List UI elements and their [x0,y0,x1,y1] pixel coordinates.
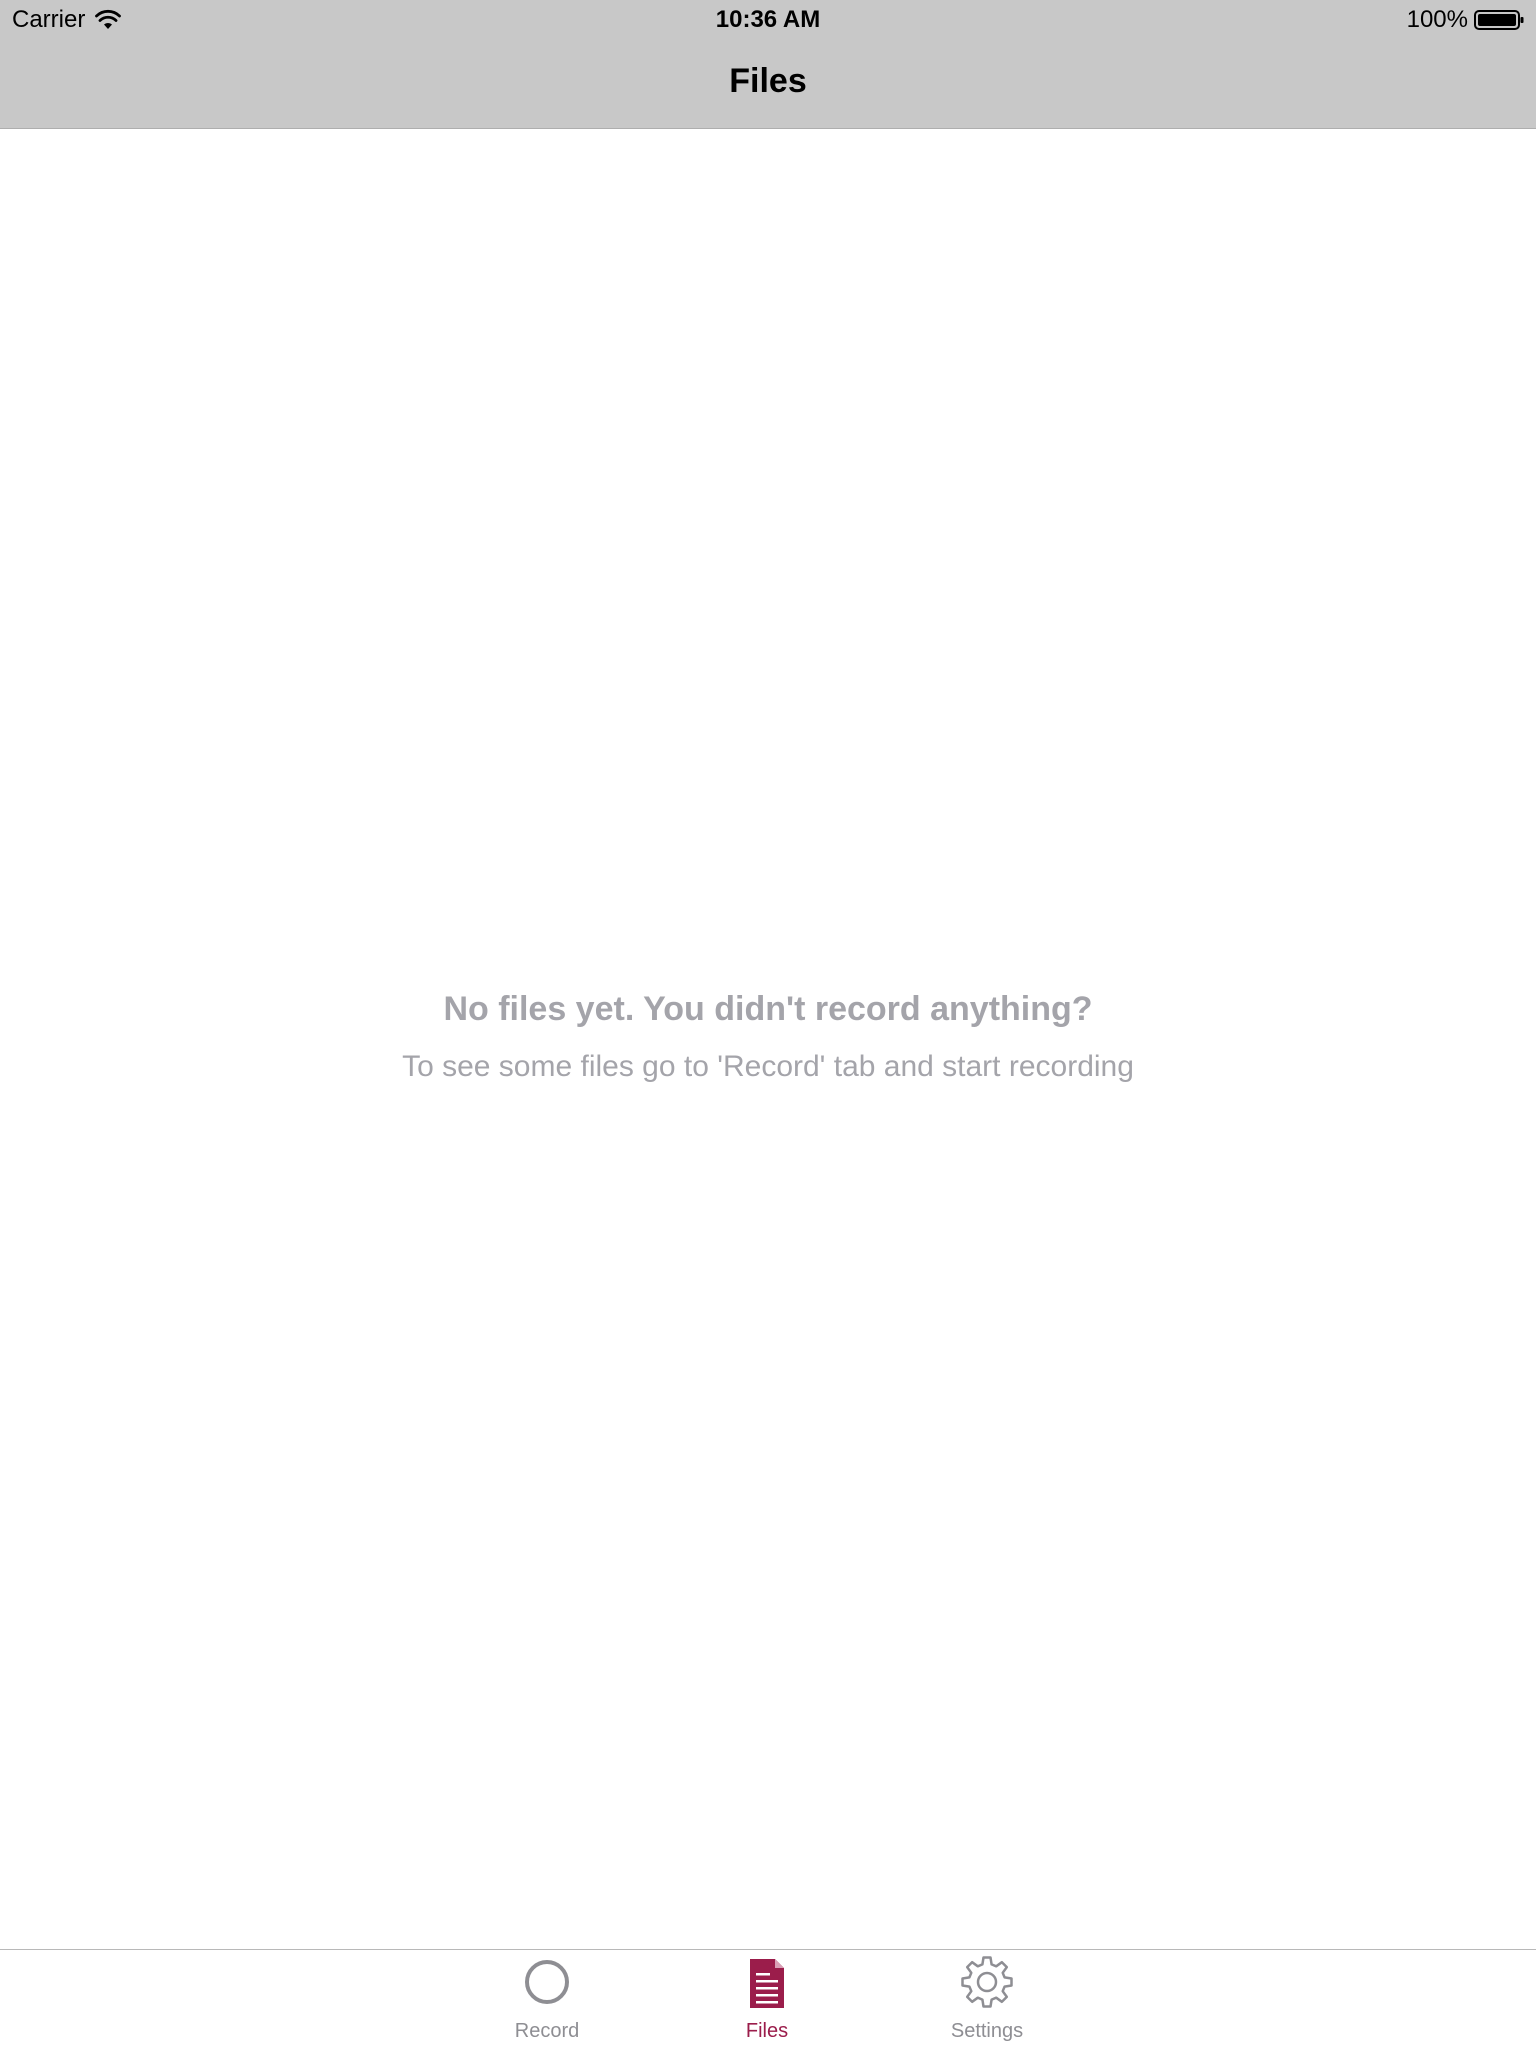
tab-settings-label: Settings [950,2020,1024,2042]
status-time: 10:36 AM [715,6,821,33]
tab-record-label: Record [514,2020,580,2042]
battery-icon [1474,10,1524,30]
navigation-header: Carrier 10:36 AM 100% Files [0,0,1536,129]
tab-files-label: Files [745,2020,789,2042]
battery-percent: 100% [1406,6,1468,33]
status-bar: Carrier 10:36 AM 100% [0,0,1536,40]
circle-icon [525,1960,569,2004]
document-icon [750,1959,784,2008]
empty-state-subtitle: To see some files go to 'Record' tab and… [402,1050,1134,1083]
tab-bar: Record Files Settings [0,1949,1536,2048]
empty-state-title: No files yet. You didn't record anything… [443,990,1093,1028]
empty-state: No files yet. You didn't record anything… [0,985,1536,1087]
tab-record[interactable]: Record [467,1950,627,2048]
tab-settings[interactable]: Settings [907,1950,1067,2048]
tab-files[interactable]: Files [687,1950,847,2048]
battery-indicator: 100% [1407,6,1524,34]
page-title: Files [729,62,807,100]
gear-icon [961,1956,1013,2008]
files-screen: Carrier 10:36 AM 100% Files No files yet… [0,0,1536,2048]
